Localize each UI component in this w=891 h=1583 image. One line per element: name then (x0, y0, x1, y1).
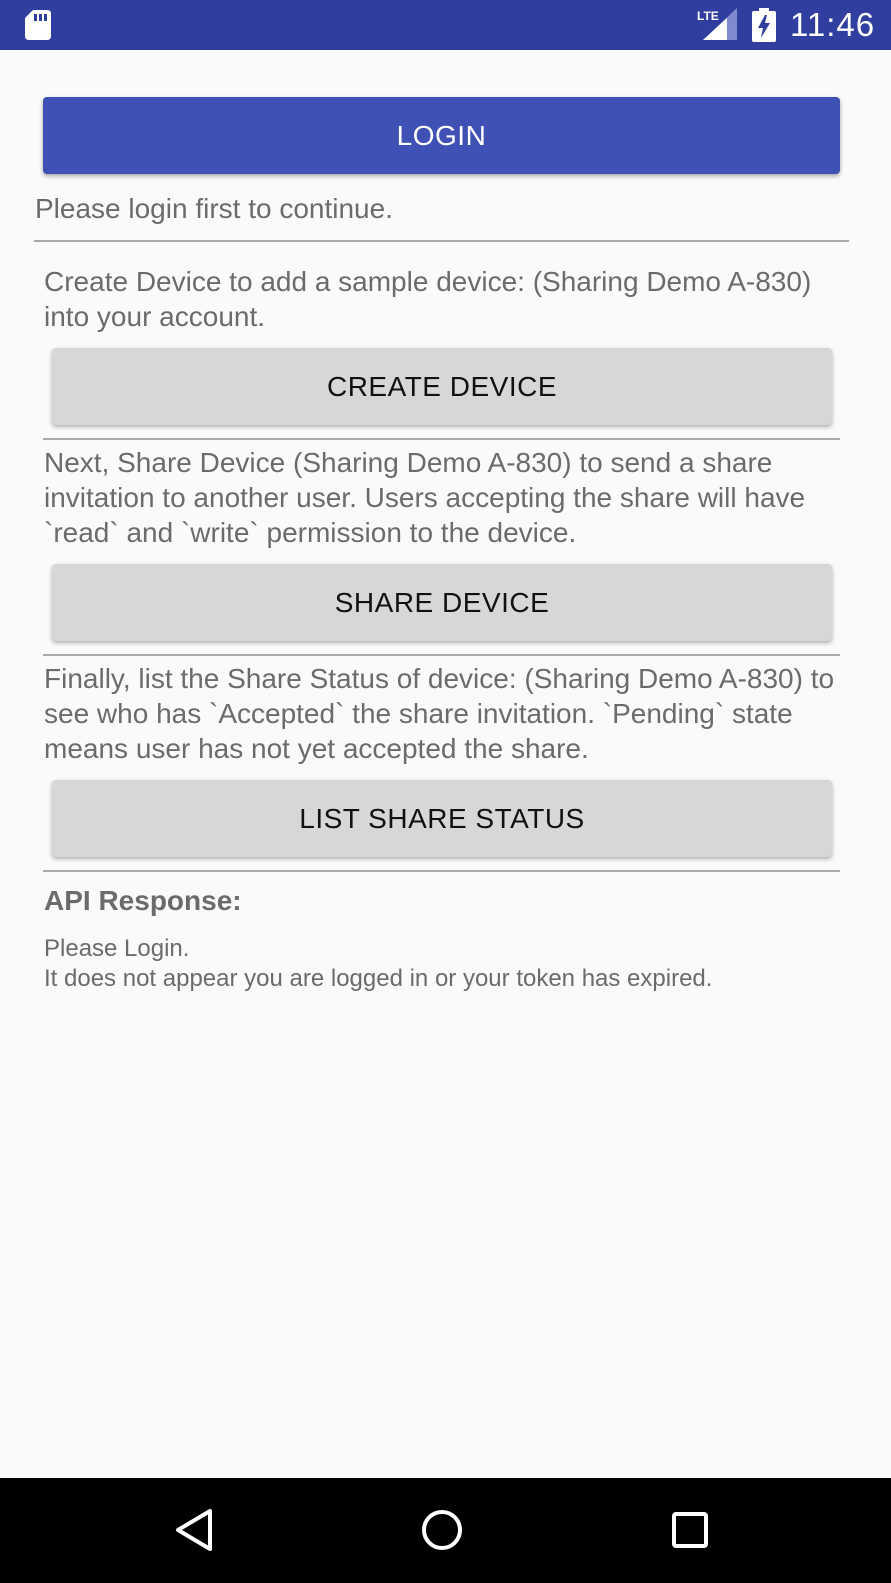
sd-card-icon (25, 10, 51, 40)
api-response-line: Please Login. (44, 935, 190, 962)
divider (43, 654, 840, 656)
battery-charging-icon (752, 8, 776, 42)
login-button[interactable]: LOGIN (43, 97, 840, 174)
login-prompt: Please login first to continue. (35, 193, 393, 224)
create-device-description: Create Device to add a sample device: (S… (44, 266, 812, 332)
back-button[interactable] (164, 1500, 224, 1560)
recents-button[interactable] (660, 1500, 720, 1560)
lte-signal-icon: LTE (697, 8, 737, 40)
recents-icon (672, 1512, 708, 1548)
home-icon (422, 1510, 462, 1550)
status-bar: LTE 11:46 (0, 0, 891, 50)
divider (34, 240, 849, 242)
network-label: LTE (697, 9, 719, 23)
list-share-status-button[interactable]: LIST SHARE STATUS (52, 780, 832, 857)
divider (43, 870, 840, 872)
divider (43, 438, 840, 440)
back-icon (176, 1509, 212, 1551)
navigation-bar (0, 1478, 891, 1583)
share-device-description: Next, Share Device (Sharing Demo A-830) … (44, 447, 806, 548)
api-response-body: Please Login. It does not appear you are… (44, 934, 712, 994)
share-device-button[interactable]: SHARE DEVICE (52, 564, 832, 641)
create-device-button[interactable]: CREATE DEVICE (52, 348, 832, 425)
api-response-line: It does not appear you are logged in or … (44, 965, 713, 992)
api-response-heading: API Response: (44, 885, 242, 916)
main-content: LOGIN Please login first to continue. Cr… (0, 50, 891, 1478)
home-button[interactable] (412, 1500, 472, 1560)
status-clock: 11:46 (790, 6, 876, 43)
share-status-description: Finally, list the Share Status of device… (44, 663, 835, 764)
